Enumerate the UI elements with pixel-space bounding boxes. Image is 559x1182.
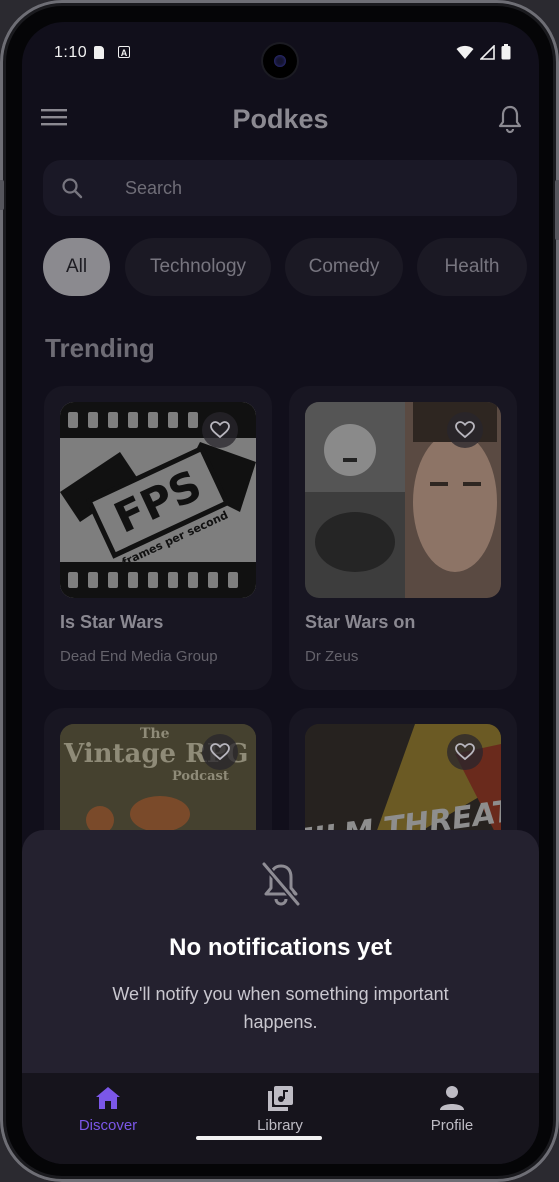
nav-discover[interactable]: Discover xyxy=(48,1083,168,1143)
wifi-icon xyxy=(456,45,474,59)
heart-icon xyxy=(210,421,230,439)
podcast-title: Is Star Wars xyxy=(60,612,164,632)
podcast-card[interactable]: Star Wars on Dr Zeus xyxy=(289,386,517,690)
nav-library[interactable]: Library xyxy=(220,1083,340,1143)
phone-frame: 1:10 A Podkes Search All Technology Come xyxy=(0,0,559,1182)
empty-state-message: We'll notify you when something importan… xyxy=(112,984,449,1032)
favorite-button[interactable] xyxy=(202,412,238,448)
notifications-sheet: No notifications yet We'll notify you wh… xyxy=(22,830,539,1100)
artwork-text-bottom: Podcast xyxy=(172,769,229,784)
nav-profile[interactable]: Profile xyxy=(392,1083,512,1143)
bottom-navigation: Discover Library Profile xyxy=(22,1073,539,1164)
home-icon xyxy=(96,1087,120,1109)
podcast-artwork: FPS frames per second xyxy=(60,402,256,598)
person-icon xyxy=(440,1086,464,1110)
app-title: Podkes xyxy=(232,104,329,134)
nav-discover-label: Discover xyxy=(78,1117,138,1134)
chip-technology[interactable]: Technology xyxy=(125,238,271,296)
battery-icon xyxy=(501,44,511,60)
search-icon xyxy=(62,178,83,199)
podcast-author: Dr Zeus xyxy=(305,648,359,665)
heart-icon xyxy=(455,421,475,439)
status-icons xyxy=(456,44,511,60)
cellular-signal-icon xyxy=(480,44,495,60)
trending-title: Trending xyxy=(45,333,155,363)
status-time: 1:10 xyxy=(54,44,88,61)
search-bar[interactable]: Search xyxy=(43,160,517,216)
search-input[interactable]: Search xyxy=(125,178,182,199)
status-bar: 1:10 A xyxy=(22,22,539,82)
app-bar: Podkes xyxy=(22,92,539,142)
front-camera xyxy=(263,44,297,78)
sim-card-icon xyxy=(94,46,104,59)
heart-icon xyxy=(210,743,230,761)
podcast-author: Dead End Media Group xyxy=(60,648,218,665)
chip-comedy[interactable]: Comedy xyxy=(285,238,403,296)
notifications-off-icon xyxy=(261,862,301,906)
chip-health[interactable]: Health xyxy=(417,238,527,296)
phone-side-button xyxy=(555,180,559,240)
home-indicator[interactable] xyxy=(196,1136,322,1140)
category-chips: All Technology Comedy Health xyxy=(43,238,539,296)
podcast-title: Star Wars on xyxy=(305,612,416,632)
nav-profile-label: Profile xyxy=(430,1117,474,1134)
chip-all[interactable]: All xyxy=(43,238,110,296)
favorite-button[interactable] xyxy=(447,734,483,770)
bell-icon[interactable] xyxy=(497,104,523,134)
a-notification-icon: A xyxy=(118,46,130,58)
podcast-card[interactable]: FPS frames per second Is Star Wars Dead … xyxy=(44,386,272,690)
empty-state-title: No notifications yet xyxy=(169,934,392,961)
heart-icon xyxy=(455,743,475,761)
nav-library-label: Library xyxy=(257,1117,303,1134)
screen: 1:10 A Podkes Search All Technology Come xyxy=(22,22,539,1164)
library-music-icon xyxy=(268,1086,293,1111)
favorite-button[interactable] xyxy=(447,412,483,448)
favorite-button[interactable] xyxy=(202,734,238,770)
phone-side-button xyxy=(0,180,4,210)
podcast-artwork xyxy=(305,402,501,598)
